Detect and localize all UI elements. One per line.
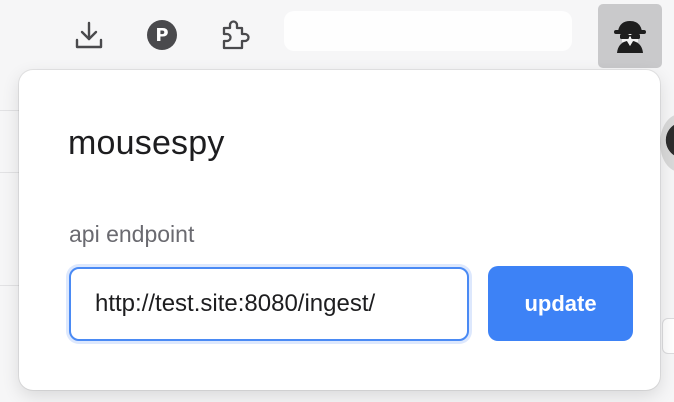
puzzle-piece-icon[interactable] (216, 17, 252, 53)
profile-avatar-icon[interactable]: P (144, 17, 180, 53)
mousespy-extension-button[interactable] (598, 4, 662, 68)
api-endpoint-input[interactable] (69, 267, 469, 341)
page-input-field (662, 318, 674, 354)
profile-initial: P (147, 20, 177, 50)
api-endpoint-label: api endpoint (69, 221, 195, 247)
update-button[interactable]: update (488, 266, 633, 341)
browser-toolbar: P (0, 0, 674, 70)
toolbar-address-field[interactable] (284, 11, 572, 51)
spy-detective-icon (614, 21, 646, 53)
page-avatar-image (660, 114, 674, 172)
download-icon[interactable] (71, 17, 107, 53)
popup-title: mousespy (68, 124, 225, 162)
mousespy-popup: mousespy api endpoint update (19, 70, 660, 390)
